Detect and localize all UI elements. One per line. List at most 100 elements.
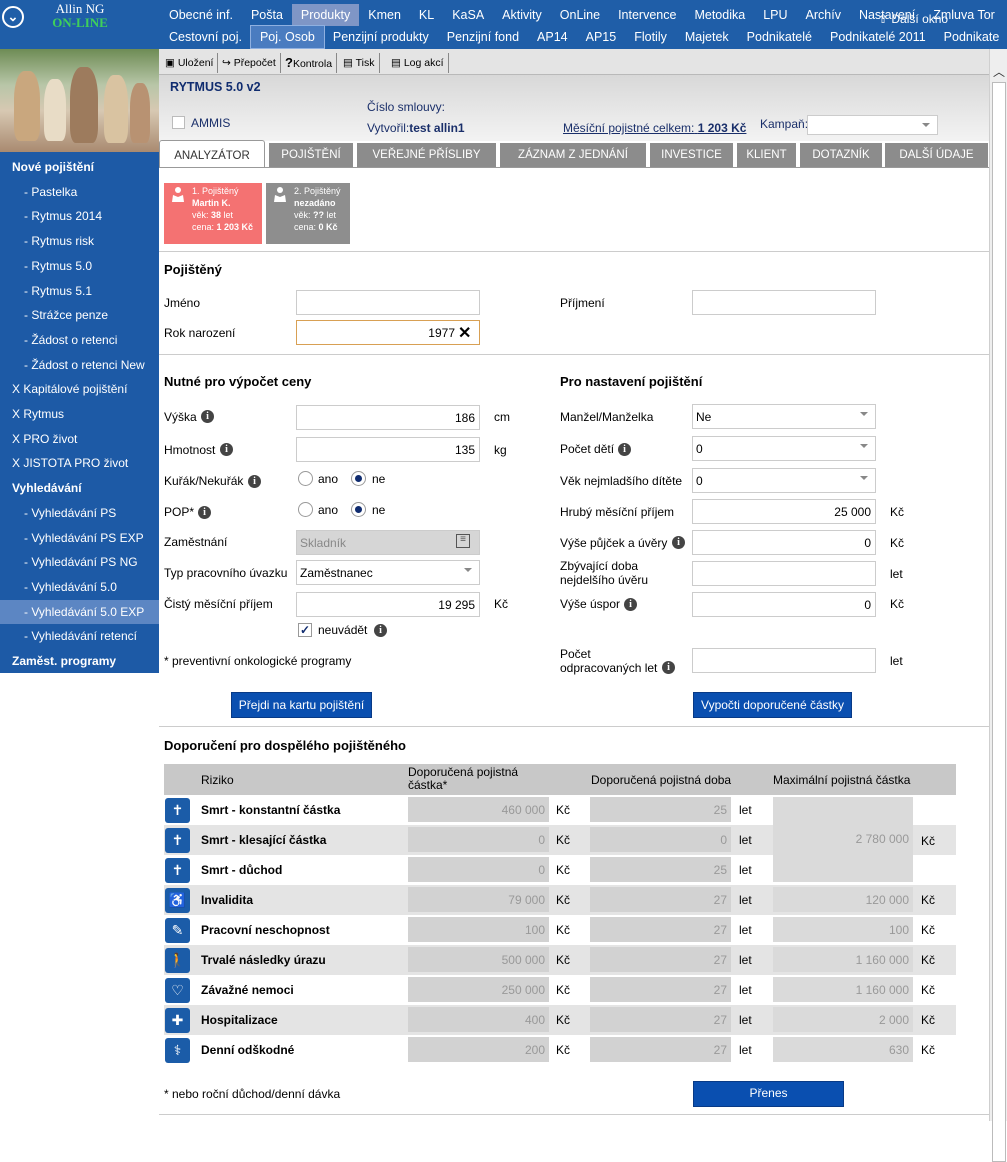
page-scrollbar[interactable]: ︿ (989, 49, 1007, 1162)
net-income-input[interactable]: 19 295 (296, 592, 480, 617)
top-menu-item[interactable]: KaSA (443, 4, 493, 26)
amount-input[interactable]: 500 000 (408, 947, 549, 972)
info-icon[interactable]: i (198, 506, 211, 519)
recalc-button[interactable]: ↪ Přepočet (220, 53, 281, 73)
employment-input[interactable]: Skladník (296, 530, 480, 555)
height-input[interactable]: 186 (296, 405, 480, 430)
savings-input[interactable]: 0 (692, 592, 876, 617)
info-icon[interactable]: i (662, 661, 675, 674)
top-menu-item[interactable]: Flotily (625, 26, 676, 48)
info-icon[interactable]: i (618, 443, 631, 456)
transfer-button[interactable]: Přenes (693, 1081, 844, 1107)
amount-input[interactable]: 250 000 (408, 977, 549, 1002)
sidebar-item[interactable]: X PRO život (0, 427, 159, 452)
sidebar-item[interactable]: - Vyhledávání PS NG (0, 550, 159, 575)
top-menu-item[interactable]: Obecné inf. (160, 4, 242, 26)
pop-yes-radio[interactable] (298, 502, 313, 517)
ammis-checkbox[interactable] (172, 116, 185, 129)
print-button[interactable]: ▤ Tisk (341, 53, 380, 73)
period-input[interactable]: 25 (590, 797, 731, 822)
sidebar-item[interactable]: - Vyhledávání PS (0, 501, 159, 526)
sidebar-item[interactable]: - Rytmus 5.0 (0, 254, 159, 279)
amount-input[interactable]: 200 (408, 1037, 549, 1062)
monthly-premium-link[interactable]: Měsíční pojistné celkem: 1 203 Kč (563, 121, 746, 135)
top-menu-item[interactable]: Cestovní poj. (160, 26, 251, 48)
info-icon[interactable]: i (201, 410, 214, 423)
tab[interactable]: DOTAZNÍK (800, 143, 882, 168)
tab[interactable]: ANALYZÁTOR (159, 140, 265, 168)
sidebar-item[interactable]: - Žádost o retenci (0, 328, 159, 353)
max-amount-input[interactable]: 1 160 000 (773, 977, 913, 1002)
max-amount-input[interactable]: 100 (773, 917, 913, 942)
youngest-child-select[interactable]: 0 (692, 468, 876, 493)
max-amount-input[interactable]: 1 160 000 (773, 947, 913, 972)
amount-input[interactable]: 79 000 (408, 887, 549, 912)
check-button[interactable]: ?Kontrola (283, 53, 338, 73)
scrollbar-thumb[interactable] (992, 82, 1006, 1162)
list-icon[interactable]: ≡ (456, 534, 470, 548)
top-menu-item[interactable]: Metodika (685, 4, 754, 26)
next-window-link[interactable]: ⇧ Další okno (878, 12, 948, 26)
amount-input[interactable]: 460 000 (408, 797, 549, 822)
spouse-select[interactable]: Ne (692, 404, 876, 429)
top-menu-item[interactable]: Podnikatelé (738, 26, 821, 48)
top-menu-item[interactable]: Podnikatelé 2011 (821, 26, 935, 48)
top-menu-item[interactable]: Penzijní produkty (324, 26, 438, 48)
sidebar-item[interactable]: - Pastelka (0, 180, 159, 205)
sidebar-item[interactable]: Vyhledávání (0, 476, 159, 501)
sidebar-item[interactable]: - Strážce penze (0, 303, 159, 328)
clear-icon[interactable]: ✕ (458, 323, 471, 343)
top-menu-item[interactable]: AP15 (577, 26, 626, 48)
chevron-down-icon[interactable]: ⌄ (2, 6, 24, 28)
info-icon[interactable]: i (624, 598, 637, 611)
insured-card-2[interactable]: 2. Pojištěný nezadáno věk: ?? let cena: … (266, 183, 350, 244)
max-amount-input[interactable]: 120 000 (773, 887, 913, 912)
years-worked-input[interactable] (692, 648, 876, 673)
smoker-no-radio[interactable] (351, 471, 366, 486)
period-input[interactable]: 27 (590, 917, 731, 942)
info-icon[interactable]: i (220, 443, 233, 456)
sidebar-item[interactable]: X Rytmus (0, 402, 159, 427)
top-menu-item[interactable]: OnLine (551, 4, 609, 26)
tab[interactable]: DALŠÍ ÚDAJE (885, 143, 988, 168)
period-input[interactable]: 27 (590, 1007, 731, 1032)
insured-card-1[interactable]: 1. Pojištěný Martin K. věk: 38 let cena:… (164, 183, 262, 244)
top-menu-item[interactable]: KL (410, 4, 443, 26)
amount-input[interactable]: 400 (408, 1007, 549, 1032)
pop-no-radio[interactable] (351, 502, 366, 517)
top-menu-item[interactable]: Produkty (291, 4, 360, 26)
max-amount-input[interactable]: 630 (773, 1037, 913, 1062)
period-input[interactable]: 0 (590, 827, 731, 852)
weight-input[interactable]: 135 (296, 437, 480, 462)
sidebar-item[interactable]: - Žádost o retenci New (0, 353, 159, 378)
info-icon[interactable]: i (672, 536, 685, 549)
amount-input[interactable]: 100 (408, 917, 549, 942)
period-input[interactable]: 27 (590, 977, 731, 1002)
sidebar-item[interactable]: - Rytmus risk (0, 229, 159, 254)
sidebar-item[interactable]: - Vyhledávání 5.0 EXP (0, 599, 159, 625)
top-menu-item[interactable]: AP14 (528, 26, 577, 48)
top-menu-item[interactable]: Intervence (609, 4, 685, 26)
top-menu-item[interactable]: Podnikate (935, 26, 1007, 48)
tab[interactable]: INVESTICE (650, 143, 733, 168)
remaining-input[interactable] (692, 561, 876, 586)
sidebar-item[interactable]: - Rytmus 2014 (0, 204, 159, 229)
tab[interactable]: VEŘEJNÉ PŘÍSLIBY (357, 143, 496, 168)
smoker-yes-radio[interactable] (298, 471, 313, 486)
top-menu-item[interactable]: Archív (797, 4, 850, 26)
worktype-select[interactable]: Zaměstnanec (296, 560, 480, 585)
top-menu-item[interactable]: Poj. Osob (249, 25, 325, 49)
tab[interactable]: POJIŠTĚNÍ (269, 143, 353, 168)
not-state-checkbox[interactable]: ✓ (298, 623, 312, 637)
sidebar-item[interactable]: X Kapitálové pojištění (0, 377, 159, 402)
sidebar-item[interactable]: - Vyhledávání PS EXP (0, 526, 159, 551)
info-icon[interactable]: i (374, 624, 387, 637)
period-input[interactable]: 27 (590, 1037, 731, 1062)
save-button[interactable]: ▣ Uložení (163, 53, 219, 73)
birth-year-input[interactable]: 1977 (296, 320, 480, 345)
calculate-button[interactable]: Vypočti doporučené částky (693, 692, 852, 718)
tab[interactable]: ZÁZNAM Z JEDNÁNÍ (500, 143, 646, 168)
top-menu-item[interactable]: Kmen (359, 4, 410, 26)
gross-income-input[interactable]: 25 000 (692, 499, 876, 524)
sidebar-item[interactable]: Nové pojištění (0, 155, 159, 180)
